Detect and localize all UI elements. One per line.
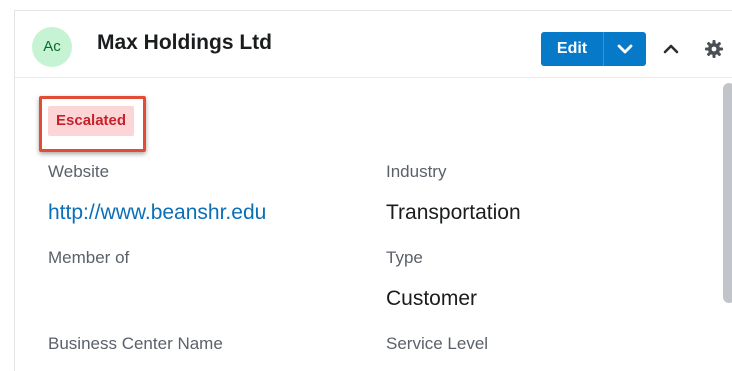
business-center-label: Business Center Name xyxy=(48,334,223,353)
page-title: Max Holdings Ltd xyxy=(97,31,272,54)
collapse-button[interactable] xyxy=(659,34,683,64)
gear-icon xyxy=(705,40,723,58)
actions-dropdown-button[interactable] xyxy=(604,32,646,66)
type-label: Type xyxy=(386,248,423,267)
settings-button[interactable] xyxy=(701,34,727,64)
record-header: Ac Max Holdings Ltd Edit xyxy=(15,11,732,78)
website-link[interactable]: http://www.beanshr.edu xyxy=(48,201,266,225)
service-level-label: Service Level xyxy=(386,334,489,353)
chevron-down-icon xyxy=(617,44,633,54)
type-value: Customer xyxy=(386,287,478,310)
record-card: Ac Max Holdings Ltd Edit Escalated Websi… xyxy=(14,10,732,371)
edit-button-group: Edit xyxy=(541,32,646,66)
industry-label: Industry xyxy=(386,162,447,181)
status-badge: Escalated xyxy=(48,106,135,136)
scrollbar[interactable] xyxy=(723,83,732,303)
edit-button[interactable]: Edit xyxy=(541,32,603,66)
member-of-label: Member of xyxy=(48,248,130,267)
chevron-up-icon xyxy=(663,44,679,54)
website-label: Website xyxy=(48,162,110,181)
industry-value: Transportation xyxy=(386,201,521,224)
avatar: Ac xyxy=(32,27,72,67)
